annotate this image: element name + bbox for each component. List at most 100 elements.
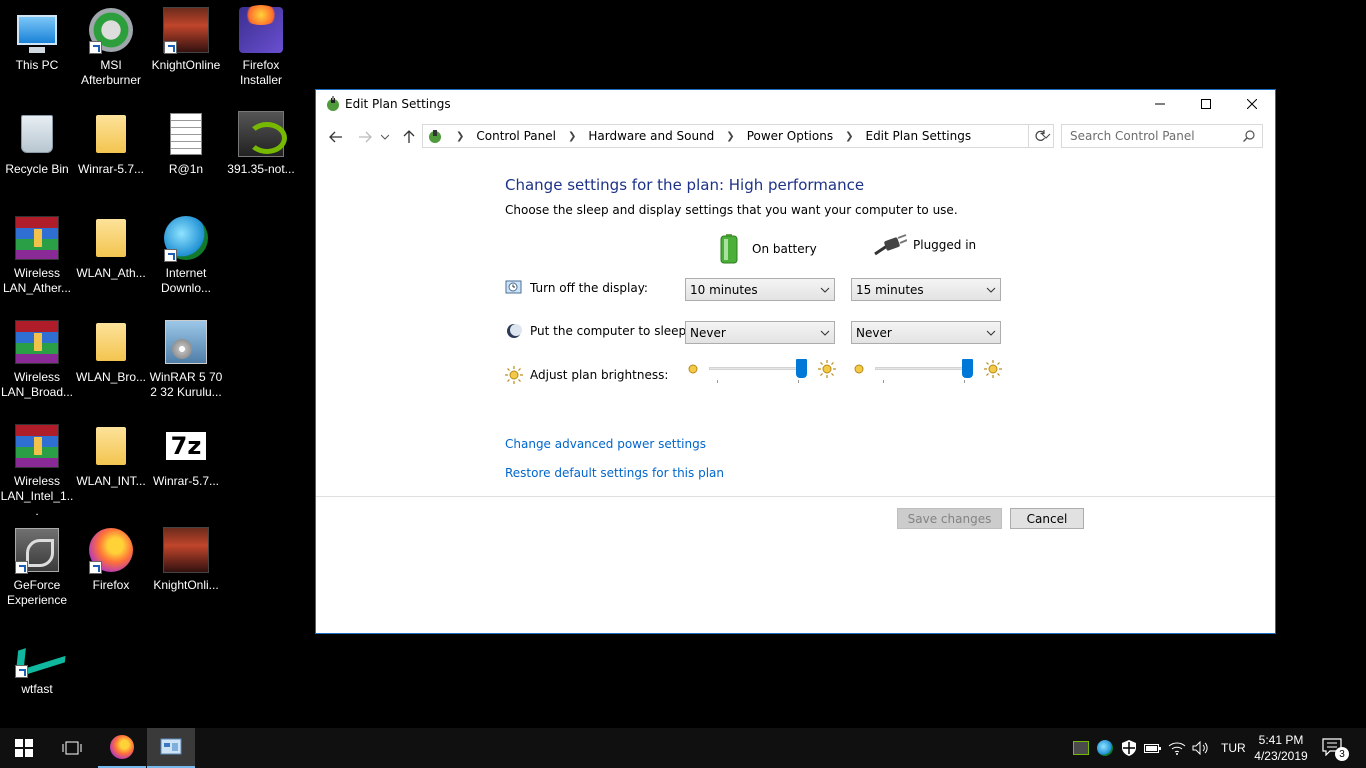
power-plug-icon [874, 234, 907, 256]
brightness-plugged-slider[interactable] [851, 358, 1002, 383]
shortcut-arrow-icon [164, 249, 177, 262]
slider-thumb[interactable] [796, 359, 807, 378]
taskbar: TUR 5:41 PM 4/23/2019 3 [0, 728, 1366, 768]
slider-thumb[interactable] [962, 359, 973, 378]
desktop-icon-label: WLAN_Bro... [75, 370, 147, 384]
refresh-button[interactable] [1028, 125, 1050, 147]
cancel-button[interactable]: Cancel [1010, 508, 1084, 529]
shortcut-arrow-icon [15, 665, 28, 678]
breadcrumb-power-options[interactable]: Power Options [747, 129, 833, 143]
breadcrumb-separator[interactable]: ❯ [726, 131, 734, 142]
volume-tray-icon[interactable] [1192, 739, 1210, 757]
search-placeholder: Search Control Panel [1070, 129, 1195, 143]
search-input[interactable]: Search Control Panel [1061, 124, 1263, 148]
desktop-icon-knightonline-2[interactable]: KnightOnli... [148, 526, 224, 593]
shortcut-arrow-icon [164, 41, 177, 54]
sleep-timeout-battery-select[interactable]: Never [685, 321, 835, 344]
input-language-indicator[interactable]: TUR [1221, 741, 1246, 755]
task-view-button[interactable] [48, 728, 96, 768]
moon-icon [507, 324, 522, 338]
save-changes-button[interactable]: Save changes [897, 508, 1002, 529]
shortcut-arrow-icon [89, 561, 102, 574]
system-clock[interactable]: 5:41 PM 4/23/2019 [1250, 732, 1312, 764]
idm-tray-icon[interactable] [1096, 739, 1114, 757]
desktop-icon-label: Winrar-5.7... [77, 162, 144, 176]
network-tray-icon[interactable] [1168, 739, 1186, 757]
brightness-low-icon [854, 364, 864, 374]
recent-locations-button[interactable] [378, 126, 392, 148]
desktop-icon-label: Recycle Bin [5, 162, 69, 176]
folder-icon [87, 318, 135, 366]
slider-track [709, 367, 801, 370]
nvidia-tray-icon[interactable] [1072, 739, 1090, 757]
desktop-icon-wireless-lan-ather[interactable]: Wireless LAN_Ather... [0, 214, 75, 296]
refresh-icon [1034, 130, 1045, 141]
forward-button[interactable] [354, 126, 376, 148]
taskbar-firefox[interactable] [98, 728, 146, 768]
desktop-icon-geforce-experience[interactable]: GeForce Experience [0, 526, 75, 608]
row-label-sleep: Put the computer to sleep: [530, 324, 691, 338]
firefox-icon [87, 526, 135, 574]
start-button[interactable] [0, 728, 48, 768]
window-title: Edit Plan Settings [345, 97, 451, 111]
display-timeout-battery-select[interactable]: 10 minutes [685, 278, 835, 301]
brightness-low-icon [688, 364, 698, 374]
desktop-icon-firefox-installer[interactable]: Firefox Installer [223, 5, 299, 88]
desktop-icon-label: WLAN_INT... [76, 474, 146, 488]
restore-default-settings-link[interactable]: Restore default settings for this plan [505, 466, 724, 480]
folder-icon [87, 214, 135, 262]
nvidia-icon [237, 110, 287, 158]
page-description: Choose the sleep and display settings th… [505, 203, 958, 217]
address-bar[interactable]: ❯ Control Panel ❯ Hardware and Sound ❯ P… [422, 124, 1054, 148]
breadcrumb-hardware-and-sound[interactable]: Hardware and Sound [588, 129, 714, 143]
select-value: 15 minutes [856, 283, 924, 297]
back-button[interactable] [325, 126, 347, 148]
desktop-icon-wlan-bro[interactable]: WLAN_Bro... [73, 318, 149, 385]
desktop-icon-wlan-ath[interactable]: WLAN_Ath... [73, 214, 149, 281]
up-button[interactable] [398, 126, 420, 148]
desktop-icon-wtfast[interactable]: wtfast [0, 630, 75, 697]
select-value: Never [856, 326, 892, 340]
desktop-icon-label: KnightOnli... [153, 578, 219, 592]
nvidia-icon [1073, 741, 1089, 755]
breadcrumb-edit-plan-settings[interactable]: Edit Plan Settings [865, 129, 971, 143]
desktop-icon-nvidia-driver[interactable]: 391.35-not... [223, 110, 299, 177]
desktop-icon-knightonline[interactable]: KnightOnline [148, 6, 224, 73]
clock-time: 5:41 PM [1258, 733, 1304, 747]
close-button[interactable] [1229, 90, 1275, 118]
change-advanced-power-settings-link[interactable]: Change advanced power settings [505, 437, 706, 451]
row-label-brightness: Adjust plan brightness: [530, 368, 669, 382]
desktop-icon-label: 391.35-not... [227, 162, 295, 176]
title-bar[interactable]: Edit Plan Settings [316, 90, 1275, 118]
battery-tray-icon[interactable] [1144, 739, 1162, 757]
desktop-icon-winrar-7z[interactable]: 7z Winrar-5.7... [148, 422, 224, 489]
desktop-icon-internet-download-manager[interactable]: Internet Downlo... [148, 214, 224, 296]
desktop-icon-winrar-installer[interactable]: WinRAR 5 70 2 32 Kurulu... [148, 318, 224, 400]
breadcrumb-control-panel[interactable]: Control Panel [476, 129, 556, 143]
desktop-icon-recycle-bin[interactable]: Recycle Bin [0, 110, 75, 177]
desktop-icon-wireless-lan-intel[interactable]: Wireless LAN_Intel_1... [0, 422, 75, 519]
desktop-icon-wlan-int[interactable]: WLAN_INT... [73, 422, 149, 489]
taskbar-control-panel[interactable] [147, 728, 195, 768]
winrar-archive-icon [13, 422, 61, 470]
minimize-icon [1155, 103, 1165, 105]
maximize-icon [1201, 99, 1211, 109]
page-title: Change settings for the plan: High perfo… [505, 176, 865, 194]
desktop-icon-r1n[interactable]: R@1n [148, 110, 224, 177]
breadcrumb-separator[interactable]: ❯ [845, 131, 853, 142]
windows-logo-icon [15, 739, 33, 757]
desktop-icon-firefox[interactable]: Firefox [73, 526, 149, 593]
brightness-battery-slider[interactable] [685, 358, 836, 383]
minimize-button[interactable] [1137, 90, 1183, 118]
desktop-icon-msi-afterburner[interactable]: MSI Afterburner [73, 6, 149, 88]
shield-icon [1122, 740, 1136, 756]
maximize-button[interactable] [1183, 90, 1229, 118]
breadcrumb-separator[interactable]: ❯ [568, 131, 576, 142]
desktop-icon-label: R@1n [168, 162, 204, 176]
desktop-icon-winrar-folder[interactable]: Winrar-5.7... [73, 110, 149, 177]
display-timeout-plugged-select[interactable]: 15 minutes [851, 278, 1001, 301]
desktop-icon-this-pc[interactable]: This PC [0, 6, 75, 73]
desktop-icon-wireless-lan-broad[interactable]: Wireless LAN_Broad... [0, 318, 75, 400]
sleep-timeout-plugged-select[interactable]: Never [851, 321, 1001, 344]
security-tray-icon[interactable] [1120, 739, 1138, 757]
